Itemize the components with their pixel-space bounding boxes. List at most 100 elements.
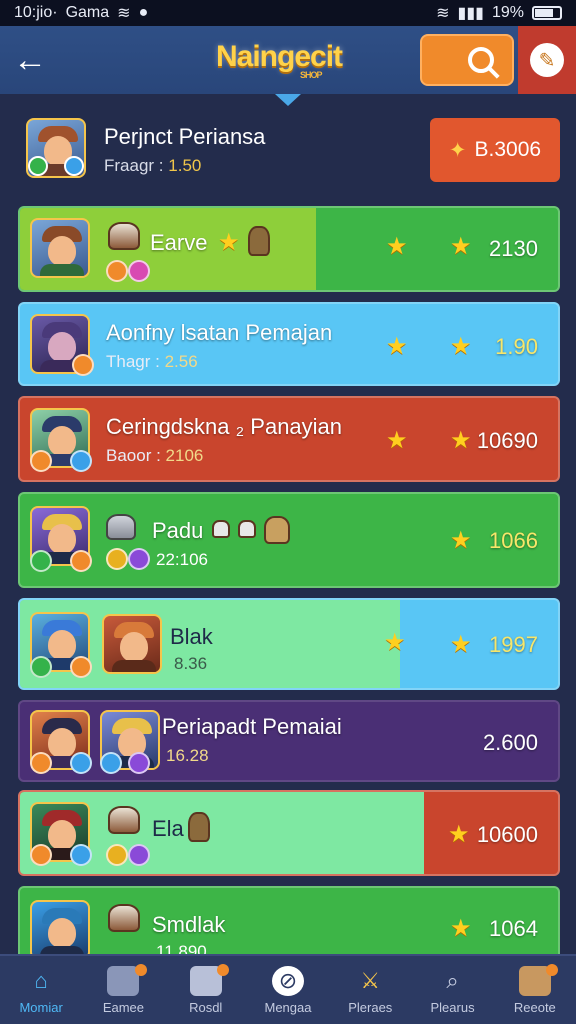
item-title: Ela	[152, 816, 184, 841]
item-value: 1064	[489, 916, 538, 941]
item-title: Padu	[152, 518, 204, 543]
gauntlet-icon	[106, 514, 136, 540]
list-item[interactable]: Periapadt Pemaiai 16.28 2.600	[18, 700, 560, 782]
status-carrier: Gama	[65, 4, 110, 21]
nav-item-games[interactable]: Eamee	[82, 956, 164, 1024]
app-logo: Naingecit SHOP	[216, 40, 343, 80]
item-title: Ceringdskna ₂ Panayian	[106, 414, 343, 439]
gem-icon	[128, 752, 150, 774]
item-stat: 22:106	[156, 550, 208, 569]
list-item[interactable]: Ceringdskna ₂ Panayian Baoor : 2106 ★ ★ …	[18, 396, 560, 482]
bag-icon	[248, 226, 270, 256]
item-value: 1066	[489, 528, 538, 553]
item-stat: 8.36	[174, 654, 208, 673]
logo-text: Naingecit	[216, 40, 343, 73]
gem-icon	[30, 550, 52, 572]
bag-icon	[188, 812, 210, 842]
player-name: Perjnct Periansa	[104, 124, 266, 149]
star-icon: ★	[448, 821, 470, 848]
profile-button[interactable]: ✎	[518, 26, 576, 94]
gem-icon	[30, 450, 52, 472]
star-icon: ★	[450, 427, 472, 454]
star-icon: ★	[384, 629, 406, 656]
list-item[interactable]: Ela ★ 10600	[18, 790, 560, 876]
pouch-icon	[264, 516, 290, 544]
coin-icon	[106, 548, 128, 570]
price-value: B.3006	[474, 138, 542, 161]
gem-icon	[70, 844, 92, 866]
sparkle-icon: ✦	[448, 138, 467, 162]
featured-player-card[interactable]: Perjnct Periansa Fraagr : 1.50 ✦ B.3006	[20, 110, 560, 190]
nav-item-search[interactable]: ⌕ Plearus	[411, 956, 493, 1024]
gem-icon	[70, 550, 92, 572]
nav-label: Eamee	[102, 999, 145, 1015]
notification-icon: ●	[138, 4, 149, 21]
item-value: 2.600	[482, 730, 538, 755]
nav-label: Mengaa	[264, 999, 312, 1015]
item-value: 10690	[476, 428, 538, 453]
star-icon: ★	[450, 631, 472, 658]
avatar	[30, 900, 90, 960]
gem-icon	[128, 844, 150, 866]
search-icon	[468, 47, 494, 73]
notification-dot	[216, 964, 229, 976]
item-stat: Thagr : 2.56	[106, 352, 198, 371]
avatar	[30, 218, 90, 278]
bottom-nav: ⌂ Momiar Eamee Rosdl ⊘ Mengaa ⚔ Pleraes …	[0, 954, 576, 1024]
shard-icon	[238, 520, 256, 538]
star-icon: ★	[218, 229, 240, 256]
nav-item-badge[interactable]: ⊘ Mengaa	[247, 956, 329, 1024]
star-icon: ★	[386, 427, 408, 454]
nav-item-cards[interactable]: Rosdl	[165, 956, 247, 1024]
gem-icon	[30, 844, 52, 866]
star-icon: ★	[386, 233, 408, 260]
item-value: 2130	[489, 236, 538, 261]
search-button[interactable]	[420, 34, 514, 86]
signal-icon: ▮▮▮	[457, 5, 484, 22]
wifi-icon: ≋	[436, 5, 450, 22]
item-title: Aonfny lsatan Pemajan	[106, 320, 333, 345]
sword-icon: ⚔	[360, 967, 381, 993]
logo-subtext: SHOP	[300, 70, 322, 80]
gem-icon	[128, 260, 150, 282]
gem-icon	[72, 354, 94, 376]
battery-level: 19%	[491, 4, 524, 21]
gem-icon	[70, 656, 92, 678]
list-item[interactable]: Earve ★ ★ ★ 2130	[18, 206, 560, 292]
helmet-icon	[108, 222, 140, 250]
gem-icon	[30, 656, 52, 678]
item-value: 1997	[489, 632, 538, 657]
nav-label: Momiar	[19, 999, 63, 1015]
star-icon: ★	[450, 233, 472, 260]
list-item[interactable]: Padu 22:106 ★ 1066	[18, 492, 560, 588]
item-value: 1.90	[495, 334, 538, 359]
nav-label: Reeote	[513, 999, 556, 1015]
gem-icon	[30, 752, 52, 774]
back-button[interactable]: ←	[0, 26, 60, 94]
status-time: 10:jio·	[14, 4, 58, 21]
gem-icon	[106, 260, 128, 282]
pencil-icon: ✎	[530, 43, 564, 77]
arrow-left-icon: ←	[13, 40, 47, 79]
avatar	[102, 614, 162, 674]
list-item[interactable]: Aonfny lsatan Pemajan Thagr : 2.56 ★ ★ 1…	[18, 302, 560, 386]
nav-label: Rosdl	[189, 999, 223, 1015]
helmet-icon	[108, 806, 140, 834]
battery-icon	[532, 6, 562, 20]
nav-item-home[interactable]: ⌂ Momiar	[0, 956, 82, 1024]
app-header: ← Naingecit SHOP ✎	[0, 26, 576, 94]
avatar	[26, 118, 86, 178]
item-stat: 16.28	[166, 746, 209, 765]
item-title: Periapadt Pemaiai	[162, 714, 342, 739]
price-button[interactable]: ✦ B.3006	[430, 118, 560, 182]
coin-icon	[106, 844, 128, 866]
nav-item-chest[interactable]: Reeote	[494, 956, 576, 1024]
nav-label: Plearus	[430, 999, 475, 1015]
status-bar: 10:jio· Gama ≋ ● ≋ ▮▮▮ 19%	[0, 0, 576, 26]
list-item[interactable]: Blak 8.36 ★ ★ 1997	[18, 598, 560, 690]
notification-dot	[134, 964, 147, 976]
item-value: 10600	[476, 822, 538, 847]
search-icon: ⌕	[446, 967, 459, 993]
nav-item-battle[interactable]: ⚔ Pleraes	[329, 956, 411, 1024]
player-stat: Fraagr : 1.50	[104, 156, 202, 175]
